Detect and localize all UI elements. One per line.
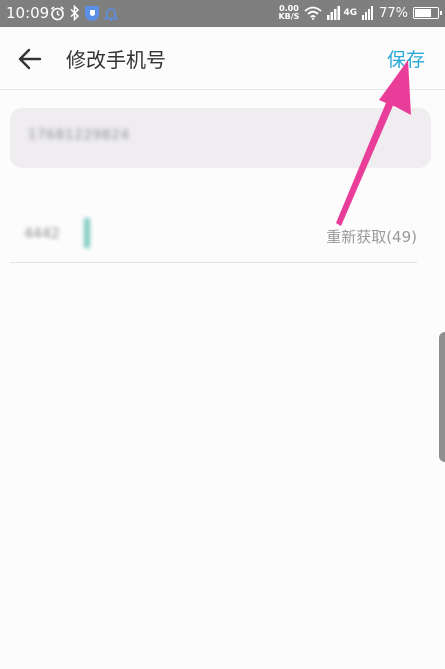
text-cursor: [84, 218, 90, 248]
network-speed-unit: KB/S: [278, 12, 300, 21]
status-left-icons: [50, 4, 118, 22]
verification-code-input[interactable]: 4442: [24, 226, 60, 242]
phone-number-value: 17681229824: [28, 128, 130, 143]
notification-bell-icon: [104, 7, 118, 21]
page-title: 修改手机号: [66, 48, 166, 72]
annotation-arrow-icon: [336, 60, 411, 226]
resend-code-button[interactable]: 重新获取(49): [326, 226, 417, 247]
battery-icon: [413, 7, 442, 19]
battery-percent: 77%: [379, 5, 408, 21]
status-right-icons: 0.00 KB/S 4G 77%: [278, 4, 442, 22]
battery-level-fill: [415, 9, 431, 17]
network-speed: 0.00 KB/S: [278, 5, 299, 21]
alarm-icon: [51, 5, 64, 20]
signal-type-label: 4G: [343, 8, 358, 18]
app-header: 修改手机号 保存: [0, 27, 445, 90]
security-shield-icon: [85, 5, 99, 21]
wifi-icon: [304, 6, 323, 20]
phone-number-input[interactable]: 17681229824: [10, 108, 431, 168]
status-time: 10:09: [6, 4, 50, 22]
cellular-signal-icon: [327, 6, 341, 20]
save-button[interactable]: 保存: [387, 45, 425, 72]
cellular-signal-2-icon: [362, 6, 374, 20]
status-bar: 10:09 0.00 KB/S 4G 77%: [0, 0, 445, 27]
bluetooth-icon: [70, 5, 80, 21]
back-arrow-icon[interactable]: [16, 45, 44, 73]
edge-scroll-handle[interactable]: [439, 332, 445, 462]
verification-code-row: 4442 重新获取(49): [10, 204, 417, 263]
